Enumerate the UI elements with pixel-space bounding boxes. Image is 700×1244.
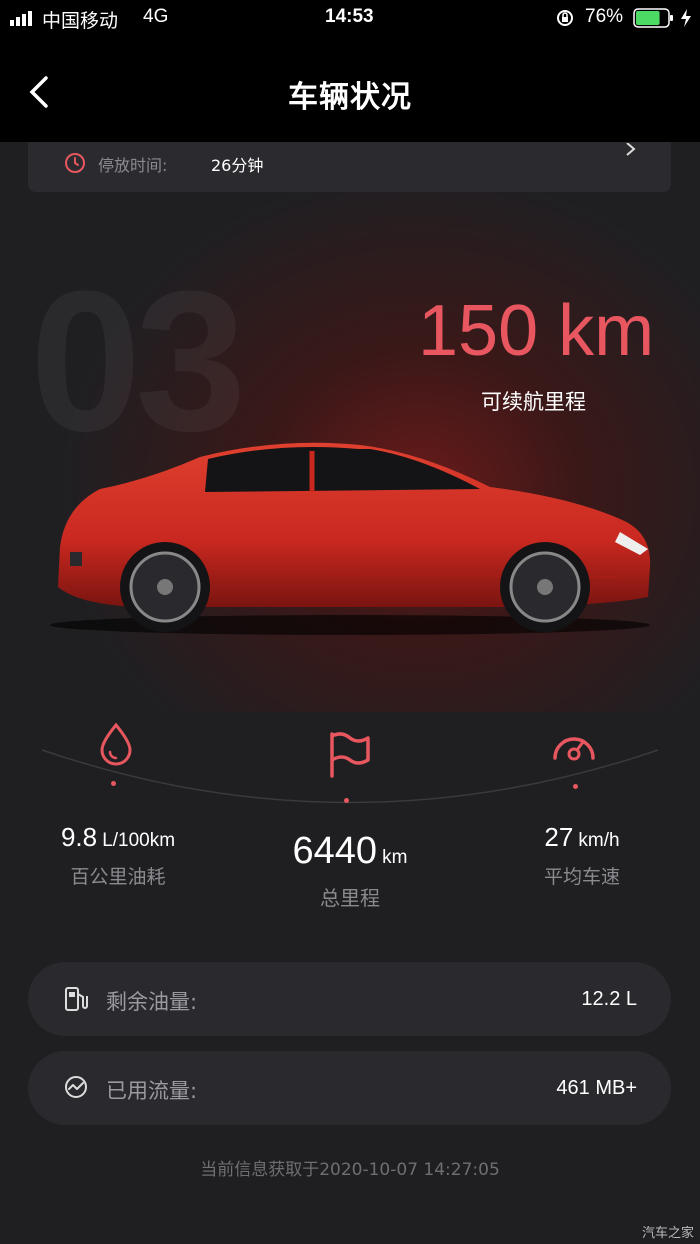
total-mileage-label: 总里程 bbox=[320, 886, 380, 910]
fuel-remaining-card[interactable]: 剩余油量: 12.2 L bbox=[28, 962, 671, 1036]
speed-dot bbox=[573, 784, 578, 789]
speedometer-icon bbox=[551, 728, 597, 766]
data-usage-icon bbox=[64, 1075, 88, 1103]
range-hero: 03 150 km 可续航里程 bbox=[0, 192, 700, 712]
parking-time-card[interactable]: 停放时间: 26分钟 bbox=[28, 142, 671, 192]
total-mileage-value: 6440 bbox=[292, 830, 378, 872]
fuel-consumption-label: 百公里油耗 bbox=[70, 866, 166, 888]
fuel-pump-icon bbox=[64, 986, 88, 1016]
battery-percent: 76% bbox=[585, 6, 624, 27]
source-watermark: 汽车之家 bbox=[641, 1226, 694, 1241]
chevron-right-icon bbox=[624, 142, 638, 161]
car-image bbox=[50, 442, 651, 635]
avg-speed-value: 27 bbox=[544, 822, 574, 852]
fuel-remaining-value: 12.2 L bbox=[581, 988, 637, 1010]
data-usage-card[interactable]: 已用流量: 461 MB+ bbox=[28, 1051, 671, 1125]
avg-speed-unit: km/h bbox=[578, 830, 620, 851]
flag-icon bbox=[328, 730, 372, 784]
fuel-dot bbox=[111, 781, 116, 786]
parking-time-value: 26分钟 bbox=[211, 156, 264, 175]
range-value: 150 km bbox=[418, 291, 655, 371]
avg-speed-label: 平均车速 bbox=[543, 866, 620, 888]
clock: 14:53 bbox=[325, 6, 374, 27]
status-bar: 中国移动 4G 14:53 76% bbox=[0, 0, 700, 36]
network-type: 4G bbox=[143, 6, 169, 27]
fuel-consumption-unit: L/100km bbox=[102, 830, 176, 851]
mileage-dot bbox=[344, 798, 349, 803]
battery-icon bbox=[633, 8, 675, 32]
data-usage-label: 已用流量: bbox=[106, 1079, 198, 1103]
last-updated-text: 当前信息获取于2020-10-07 14:27:05 bbox=[200, 1160, 500, 1180]
fuel-consumption-stat: 9.8 L/100km bbox=[0, 822, 236, 853]
data-usage-value: 461 MB+ bbox=[556, 1077, 637, 1099]
avg-speed-stat: 27 km/h bbox=[464, 822, 700, 853]
total-mileage-stat: 6440 km bbox=[232, 830, 468, 873]
nav-header: 车辆状况 bbox=[0, 36, 700, 142]
rotation-lock-icon bbox=[555, 8, 575, 32]
model-watermark: 03 bbox=[30, 250, 246, 473]
fuel-remaining-label: 剩余油量: bbox=[106, 990, 198, 1014]
fuel-drop-icon bbox=[98, 722, 134, 770]
carrier-name: 中国移动 bbox=[42, 11, 119, 32]
parking-time-label: 停放时间: bbox=[98, 156, 168, 175]
charging-icon bbox=[680, 8, 692, 32]
total-mileage-unit: km bbox=[382, 847, 408, 868]
clock-icon bbox=[64, 152, 86, 178]
fuel-consumption-value: 9.8 bbox=[60, 822, 98, 852]
range-label: 可续航里程 bbox=[481, 390, 586, 414]
page-title: 车辆状况 bbox=[288, 80, 412, 115]
signal-icon bbox=[10, 10, 36, 30]
